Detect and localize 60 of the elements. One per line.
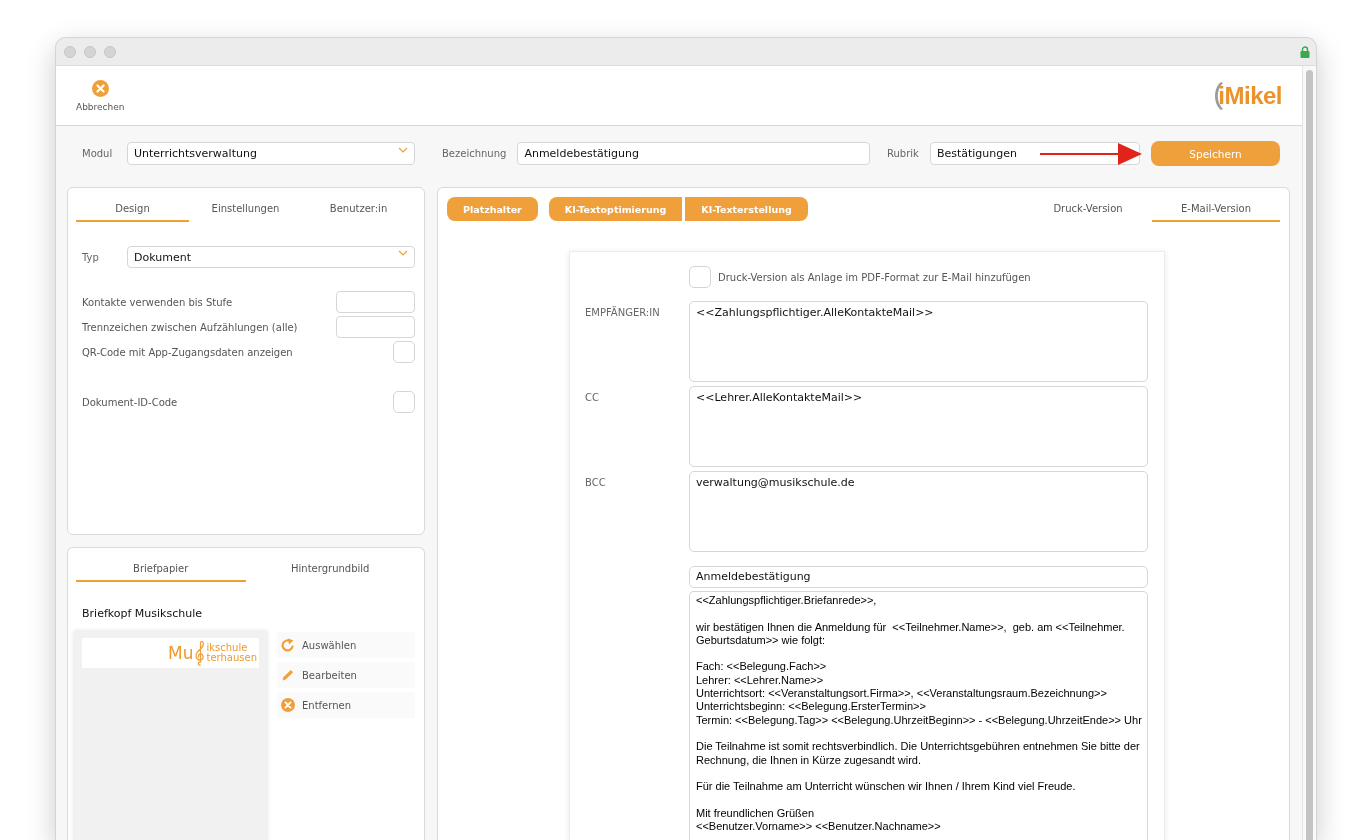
action-button[interactable]: Bearbeiten xyxy=(277,662,415,688)
field-label: Rubrik xyxy=(887,148,919,159)
tab[interactable]: Briefpapier xyxy=(76,560,246,582)
option-label: Dokument-ID-Code xyxy=(82,396,178,408)
text-field[interactable]: Anmeldebestätigung xyxy=(517,142,870,165)
checkbox[interactable] xyxy=(393,341,415,363)
window-button[interactable] xyxy=(84,45,96,58)
tab[interactable]: Hintergrundbild xyxy=(245,560,415,582)
chevron-down-icon xyxy=(398,146,408,153)
field-label: Modul xyxy=(82,148,114,159)
checkbox[interactable] xyxy=(393,391,415,413)
x-circle-icon xyxy=(281,698,295,712)
logo-text: ikschule xyxy=(206,643,249,653)
tab[interactable]: Design xyxy=(76,200,189,222)
body-paragraph: Mit freundlichen Grüßen <<Benutzer.Vorname>> <<Benutzer.Nachname>> xyxy=(696,806,942,834)
field-label: BCC xyxy=(585,476,607,490)
body-paragraph: Die Teilnahme ist somit rechtsverbindlich. Die Unterrichtsgebühren entnehmen Sie bitte der Rechnung, die Ihnen in Kürze zugesandt wird. xyxy=(696,740,1141,767)
field-label: CC xyxy=(585,391,600,405)
pencil-icon xyxy=(281,668,295,682)
lock-icon xyxy=(1300,45,1310,58)
tab[interactable]: Benutzer:in xyxy=(302,200,415,222)
field-label: EMPFÄNGER:IN xyxy=(585,305,661,320)
logo-text: terhausen xyxy=(206,653,257,663)
dropdown[interactable]: Dokument xyxy=(127,246,415,268)
option-label: Druck-Version als Anlage im PDF-Format zur E-Mail hinzufügen xyxy=(718,271,1031,283)
body-paragraph: Fach: <<Belegung.Fach>> Lehrer: <<Lehrer.Name>> Unterrichtsort: <<Veranstaltungsort.Firma>>, <<Veranstaltungsraum.Bezeichnung>> Unterrichtsbeginn: <<Belegung.ErsterTermin>> Termin: <<Belegung.Tag>> <<Belegung.UhrzeitBeginn>> - <<Belegung.UhrzeitEnde>> Uhr xyxy=(696,660,1143,727)
action-button[interactable]: Entfernen xyxy=(277,692,415,718)
chevron-down-icon xyxy=(398,250,408,256)
x-circle-icon xyxy=(91,79,109,97)
address-field[interactable]: <<Zahlungspflichtiger.AlleKontakteMail>> xyxy=(689,301,1148,382)
text-field[interactable] xyxy=(336,291,415,313)
window-button[interactable] xyxy=(64,45,76,58)
tab[interactable]: Druck-Version xyxy=(1024,197,1152,222)
logo-text: Mu xyxy=(168,643,194,663)
treble-clef-icon xyxy=(194,639,206,667)
subject-field[interactable]: Anmeldebestätigung xyxy=(689,566,1148,588)
app-logo: iMikel xyxy=(1210,80,1282,111)
text-field[interactable] xyxy=(336,316,415,338)
text-field[interactable]: Bestätigungen xyxy=(929,142,1140,165)
option-label: Trennzeichen zwischen Aufzählungen (alle) xyxy=(82,321,298,333)
cancel-button[interactable]: Abbrechen xyxy=(76,79,125,112)
window-button[interactable] xyxy=(104,45,116,58)
address-field[interactable]: <<Lehrer.AlleKontakteMail>> xyxy=(689,386,1148,467)
field-label: Bezeichnung xyxy=(442,148,507,159)
checkbox[interactable] xyxy=(689,266,711,288)
body-paragraph: <<Zahlungspflichtiger.Briefanrede>>, xyxy=(696,594,878,608)
scrollbar-thumb[interactable] xyxy=(1306,70,1313,840)
refresh-icon xyxy=(281,638,295,652)
tab[interactable]: Einstellungen xyxy=(189,200,302,222)
body-paragraph: Für die Teilnahme am Unterricht wünschen wir Ihnen / Ihrem Kind viel Freude. xyxy=(696,780,1077,794)
option-label: Kontakte verwenden bis Stufe xyxy=(82,296,233,308)
action-button[interactable]: Auswählen xyxy=(277,632,415,658)
field-label: Typ xyxy=(82,251,100,263)
tab[interactable]: E-Mail-Version xyxy=(1152,197,1280,222)
body-paragraph: wir bestätigen Ihnen die Anmeldung für <<Teilnehmer.Name>>, geb. am <<Teilnehmer. Geburtsdatum>> wie folgt: xyxy=(696,620,1126,648)
address-field[interactable]: verwaltung@musikschule.de xyxy=(689,471,1148,552)
option-label: QR-Code mit App-Zugangsdaten anzeigen xyxy=(82,346,293,358)
message-body-field[interactable] xyxy=(689,591,1148,840)
dropdown[interactable]: Unterrichtsverwaltung xyxy=(127,142,415,165)
letterhead-title: Briefkopf Musikschule xyxy=(82,607,203,621)
